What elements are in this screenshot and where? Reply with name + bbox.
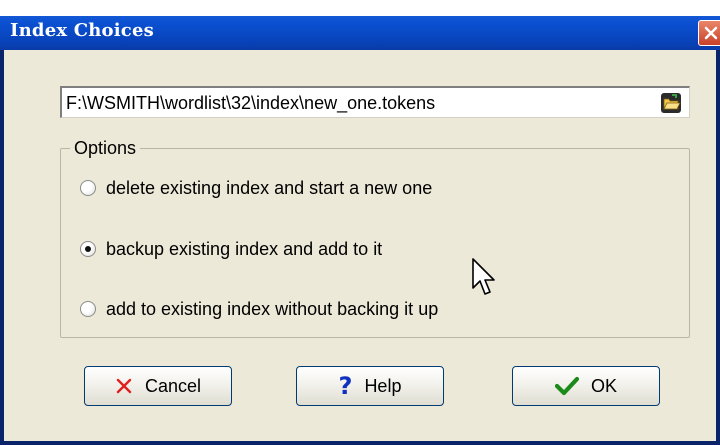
cancel-label: Cancel [144, 375, 202, 396]
option-label: add to existing index without backing it… [106, 298, 439, 319]
radio-delete-and-start-new[interactable] [80, 180, 96, 196]
radio-backup-and-add[interactable] [80, 241, 96, 257]
question-mark-icon: ? [338, 372, 353, 400]
option-label: delete existing index and start a new on… [106, 177, 433, 198]
help-button[interactable]: ? Help [296, 366, 444, 406]
option-add-without-backup[interactable]: add to existing index without backing it… [80, 296, 438, 322]
close-icon [704, 26, 718, 40]
red-x-icon [115, 377, 133, 395]
index-path-input[interactable]: F:\WSMITH\wordlist\32\index\new_one.toke… [60, 86, 690, 118]
close-button[interactable] [698, 20, 720, 46]
cancel-button[interactable]: Cancel [84, 366, 232, 406]
mouse-pointer-icon [472, 258, 498, 302]
folder-open-icon[interactable] [660, 92, 682, 118]
option-delete-and-start-new[interactable]: delete existing index and start a new on… [80, 175, 432, 201]
index-path-value: F:\WSMITH\wordlist\32\index\new_one.toke… [66, 93, 436, 113]
window-title: Index Choices [10, 20, 154, 41]
ok-label: OK [590, 375, 617, 396]
radio-add-without-backup[interactable] [80, 301, 96, 317]
title-bar: Index Choices [0, 0, 720, 50]
index-choices-dialog: Index Choices F:\WSMITH\wordlist\32\inde… [0, 0, 720, 445]
help-label: Help [364, 375, 402, 396]
option-backup-and-add[interactable]: backup existing index and add to it [80, 236, 382, 262]
options-group-label: Options [70, 138, 141, 159]
option-label: backup existing index and add to it [106, 238, 383, 259]
green-check-icon [554, 376, 579, 396]
ok-button[interactable]: OK [512, 366, 660, 406]
